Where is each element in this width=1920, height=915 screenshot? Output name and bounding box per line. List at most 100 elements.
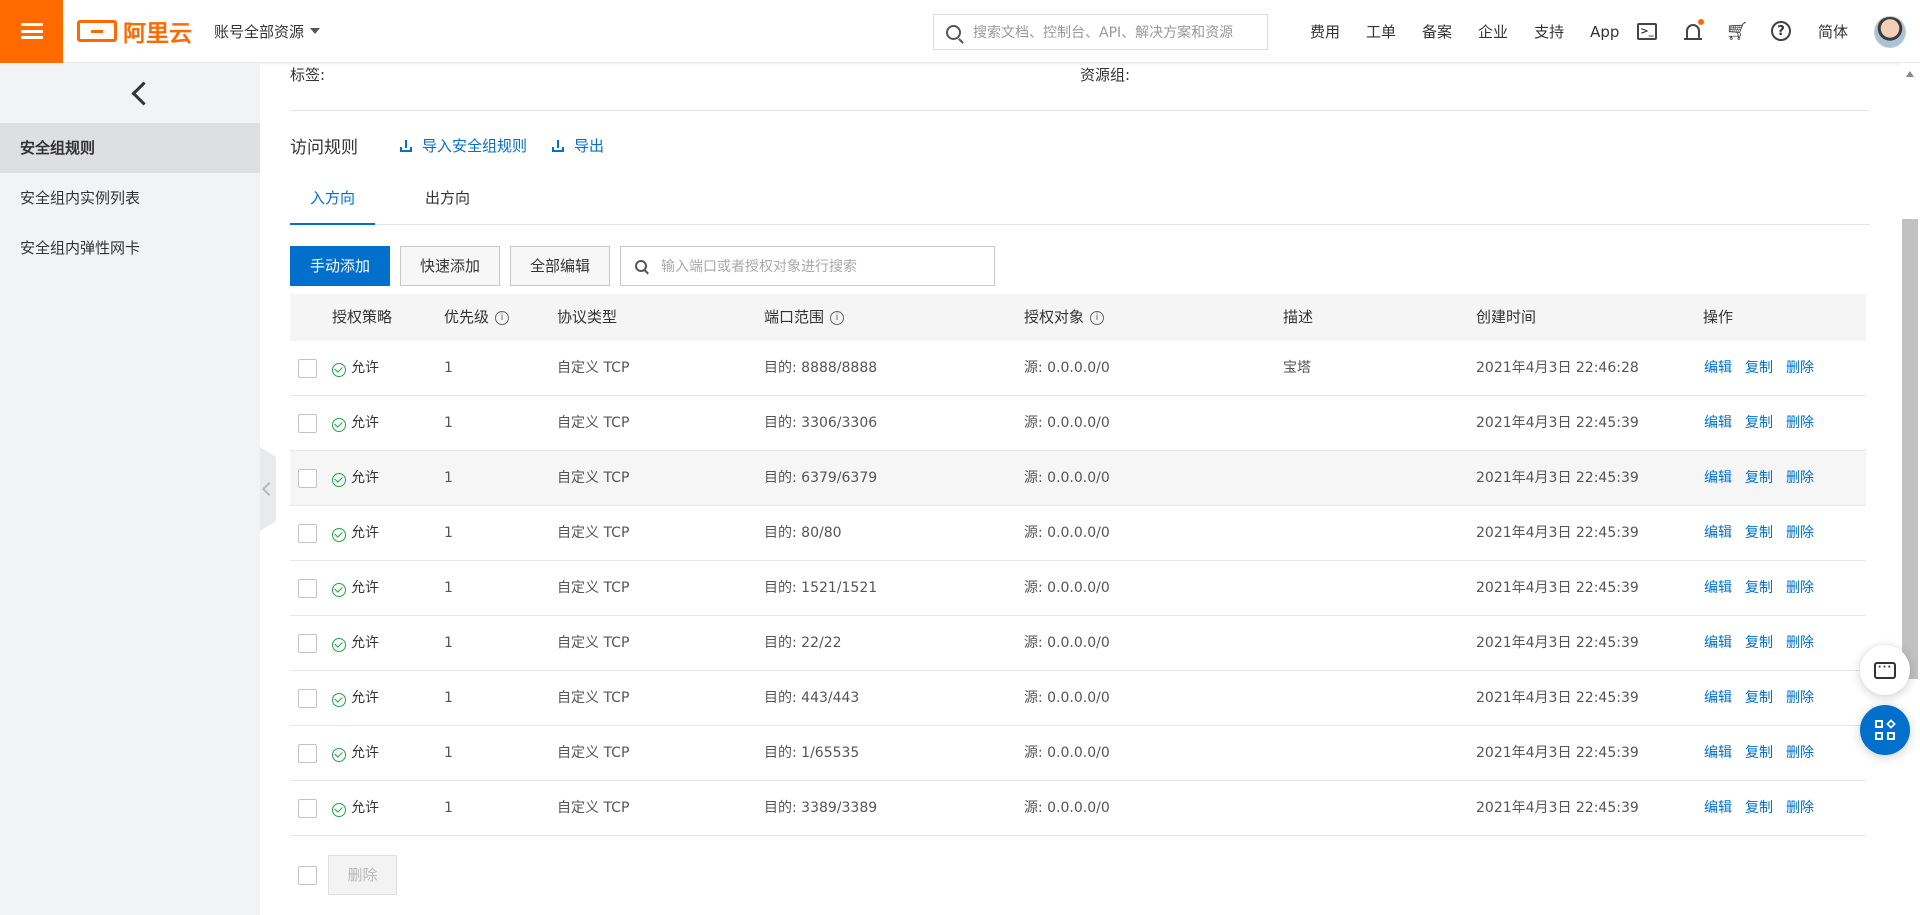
quick-add-button[interactable]: 快速添加 [400, 246, 500, 286]
port-range-cell: 目的: 8888/8888 [764, 360, 878, 376]
copy-rule-link[interactable]: 复制 [1745, 525, 1773, 541]
copy-rule-link[interactable]: 复制 [1745, 360, 1773, 376]
manual-add-button[interactable]: 手动添加 [290, 246, 390, 286]
priority-cell: 1 [444, 800, 453, 816]
copy-rule-link[interactable]: 复制 [1745, 800, 1773, 816]
priority-cell: 1 [444, 525, 453, 541]
bulk-delete-button[interactable]: 删除 [328, 855, 397, 895]
description-cell: 宝塔 [1283, 360, 1311, 376]
cart-icon[interactable]: 🛒︎ [1726, 20, 1749, 42]
sidebar-item-instances[interactable]: 安全组内实例列表 [0, 173, 260, 223]
edit-rule-link[interactable]: 编辑 [1704, 415, 1732, 431]
delete-rule-link[interactable]: 删除 [1786, 415, 1814, 431]
delete-rule-link[interactable]: 删除 [1786, 525, 1814, 541]
delete-rule-link[interactable]: 删除 [1786, 360, 1814, 376]
created-time-cell: 2021年4月3日 22:45:39 [1476, 470, 1639, 486]
chat-icon: ··· [1874, 661, 1896, 679]
row-checkbox[interactable] [298, 744, 317, 763]
scroll-up-icon[interactable] [1906, 71, 1914, 77]
copy-rule-link[interactable]: 复制 [1745, 470, 1773, 486]
nav-app[interactable]: App [1590, 23, 1619, 41]
back-arrow-icon[interactable] [128, 81, 152, 105]
priority-cell: 1 [444, 580, 453, 596]
copy-rule-link[interactable]: 复制 [1745, 745, 1773, 761]
authorized-object-cell: 源: 0.0.0.0/0 [1024, 635, 1110, 651]
nav-tickets[interactable]: 工单 [1366, 21, 1396, 42]
edit-rule-link[interactable]: 编辑 [1704, 580, 1732, 596]
edit-all-button[interactable]: 全部编辑 [510, 246, 610, 286]
info-icon[interactable]: i [1090, 310, 1105, 325]
authorized-object-cell: 源: 0.0.0.0/0 [1024, 690, 1110, 706]
tab-outbound[interactable]: 出方向 [405, 171, 490, 225]
priority-cell: 1 [444, 635, 453, 651]
help-icon[interactable]: ? [1771, 21, 1791, 41]
authorized-object-cell: 源: 0.0.0.0/0 [1024, 360, 1110, 376]
edit-rule-link[interactable]: 编辑 [1704, 745, 1732, 761]
edit-rule-link[interactable]: 编辑 [1704, 470, 1732, 486]
rule-search-input[interactable]: 输入端口或者授权对象进行搜索 [620, 246, 995, 286]
apps-button[interactable] [1860, 705, 1910, 755]
delete-rule-link[interactable]: 删除 [1786, 690, 1814, 706]
info-icon[interactable]: i [830, 310, 845, 325]
page-scrollbar[interactable] [1900, 63, 1920, 915]
nav-enterprise[interactable]: 企业 [1478, 21, 1508, 42]
row-checkbox[interactable] [298, 689, 317, 708]
menu-button[interactable] [0, 0, 63, 63]
created-time-cell: 2021年4月3日 22:45:39 [1476, 800, 1639, 816]
edit-rule-link[interactable]: 编辑 [1704, 690, 1732, 706]
import-rules-link[interactable]: 导入安全组规则 [400, 135, 527, 156]
notification-dot [1698, 19, 1704, 25]
sidebar: 安全组规则 安全组内实例列表 安全组内弹性网卡 [0, 63, 260, 915]
nav-fees[interactable]: 费用 [1310, 21, 1340, 42]
sidebar-item-enis[interactable]: 安全组内弹性网卡 [0, 223, 260, 273]
nav-icp[interactable]: 备案 [1422, 21, 1452, 42]
terminal-icon[interactable]: >_ [1637, 23, 1657, 40]
delete-rule-link[interactable]: 删除 [1786, 580, 1814, 596]
select-all-checkbox[interactable] [298, 866, 317, 885]
copy-rule-link[interactable]: 复制 [1745, 415, 1773, 431]
edit-rule-link[interactable]: 编辑 [1704, 635, 1732, 651]
copy-rule-link[interactable]: 复制 [1745, 580, 1773, 596]
actions-cell: 编辑 复制 删除 [1704, 561, 1827, 616]
delete-rule-link[interactable]: 删除 [1786, 800, 1814, 816]
row-checkbox[interactable] [298, 799, 317, 818]
policy-cell: 允许 [332, 341, 379, 396]
edit-rule-link[interactable]: 编辑 [1704, 800, 1732, 816]
chat-button[interactable]: ··· [1860, 645, 1910, 695]
search-icon [946, 24, 961, 40]
actions-cell: 编辑 复制 删除 [1704, 506, 1827, 561]
edit-rule-link[interactable]: 编辑 [1704, 525, 1732, 541]
bell-icon[interactable] [1682, 19, 1704, 42]
export-link[interactable]: 导出 [552, 135, 604, 156]
tab-inbound[interactable]: 入方向 [290, 171, 375, 225]
scroll-thumb[interactable] [1902, 219, 1918, 679]
account-menu[interactable]: 账号全部资源 [214, 21, 321, 42]
row-checkbox[interactable] [298, 634, 317, 653]
sidebar-item-rules[interactable]: 安全组规则 [0, 123, 260, 173]
row-checkbox[interactable] [298, 524, 317, 543]
col-authorized-object: 授权对象 i [1024, 294, 1105, 341]
table-row: 允许 1 自定义 TCP 目的: 443/443 源: 0.0.0.0/0 2021年4月… [290, 671, 1866, 726]
brand-logo[interactable]: 阿里云 [77, 14, 192, 48]
row-checkbox[interactable] [298, 414, 317, 433]
delete-rule-link[interactable]: 删除 [1786, 745, 1814, 761]
row-checkbox[interactable] [298, 469, 317, 488]
protocol-cell: 自定义 TCP [557, 470, 630, 486]
actions-cell: 编辑 复制 删除 [1704, 671, 1827, 726]
avatar[interactable] [1874, 16, 1906, 48]
copy-rule-link[interactable]: 复制 [1745, 635, 1773, 651]
delete-rule-link[interactable]: 删除 [1786, 635, 1814, 651]
copy-rule-link[interactable]: 复制 [1745, 690, 1773, 706]
policy-value: 允许 [351, 745, 379, 761]
language-switch[interactable]: 简体 [1818, 21, 1848, 42]
direction-tabs: 入方向 出方向 [290, 171, 1870, 225]
row-checkbox[interactable] [298, 579, 317, 598]
sidebar-collapse-handle[interactable] [260, 447, 276, 531]
edit-rule-link[interactable]: 编辑 [1704, 360, 1732, 376]
delete-rule-link[interactable]: 删除 [1786, 470, 1814, 486]
info-icon[interactable]: i [495, 310, 510, 325]
global-search-input[interactable]: 搜索文档、控制台、API、解决方案和资源 [933, 14, 1268, 50]
nav-support[interactable]: 支持 [1534, 21, 1564, 42]
priority-cell: 1 [444, 360, 453, 376]
row-checkbox[interactable] [298, 359, 317, 378]
